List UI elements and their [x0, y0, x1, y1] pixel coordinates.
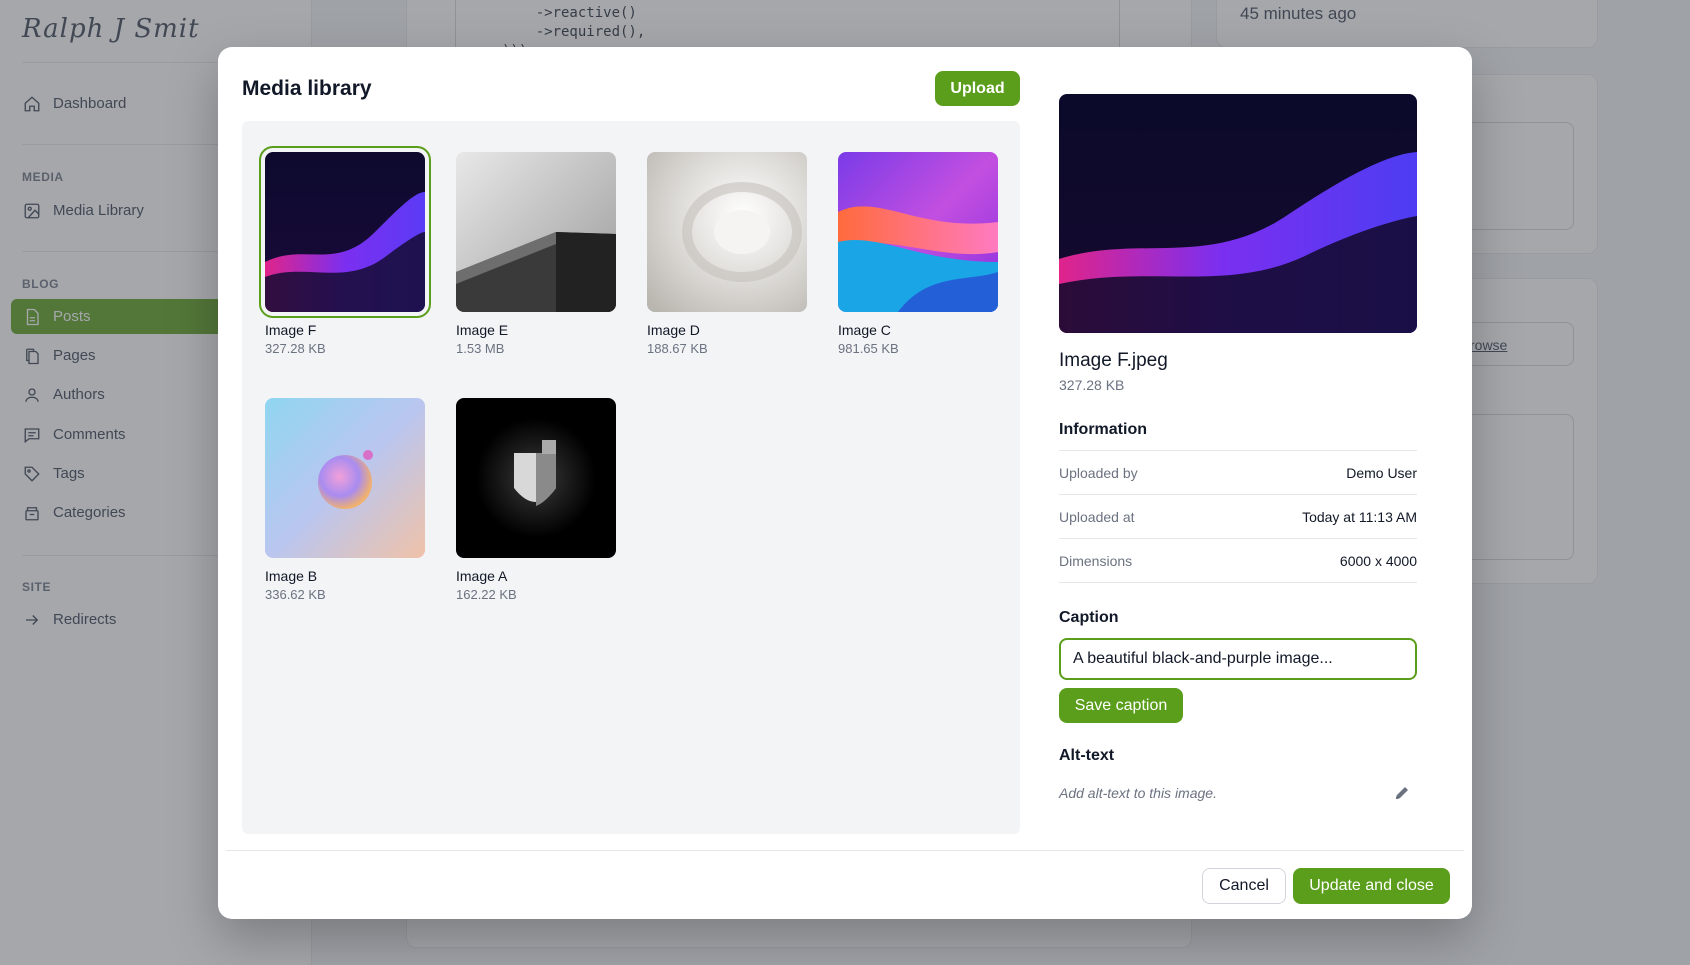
info-value: 6000 x 4000	[1339, 552, 1417, 569]
alt-text-heading: Alt-text	[1059, 747, 1115, 764]
media-grid: Image F 327.28 KB Image E 1.53 MB Image …	[242, 121, 1020, 834]
media-library-modal: Media library Upload Image F 327.28 KB I…	[218, 47, 1472, 919]
media-item-name: Image D	[647, 322, 700, 338]
media-item-size: 1.53 MB	[456, 341, 505, 356]
info-key: Uploaded by	[1059, 464, 1138, 481]
media-item-name: Image E	[456, 322, 509, 338]
media-item[interactable]: Image A 162.22 KB	[456, 398, 616, 602]
information-heading: Information	[1059, 421, 1147, 438]
caption-input[interactable]	[1059, 638, 1417, 680]
media-item-size: 981.65 KB	[838, 341, 899, 356]
update-and-close-button[interactable]: Update and close	[1293, 868, 1450, 904]
media-item[interactable]: Image D 188.67 KB	[647, 152, 807, 356]
thumbnail[interactable]	[265, 398, 425, 558]
media-item-name: Image B	[265, 568, 318, 584]
media-item-size: 327.28 KB	[265, 341, 326, 356]
media-item[interactable]: Image F 327.28 KB	[259, 146, 431, 356]
image-preview	[1059, 94, 1417, 333]
file-name: Image F.jpeg	[1059, 350, 1168, 371]
media-item-size: 188.67 KB	[647, 341, 708, 356]
thumbnail[interactable]	[259, 146, 431, 318]
media-item-size: 162.22 KB	[456, 587, 517, 602]
media-item[interactable]: Image B 336.62 KB	[265, 398, 425, 602]
divider	[1059, 582, 1417, 583]
pencil-icon[interactable]	[1393, 784, 1411, 802]
info-key: Dimensions	[1059, 552, 1133, 569]
info-row-uploaded-at: Uploaded at Today at 11:13 AM	[1059, 494, 1417, 538]
file-size: 327.28 KB	[1059, 377, 1125, 393]
info-key: Uploaded at	[1059, 508, 1135, 525]
divider	[226, 850, 1464, 851]
info-value: Demo User	[1346, 464, 1417, 481]
media-item-name: Image C	[838, 322, 891, 338]
modal-title: Media library	[242, 77, 372, 100]
alt-text-placeholder: Add alt-text to this image.	[1059, 785, 1217, 801]
media-item[interactable]: Image E 1.53 MB	[456, 152, 616, 356]
cancel-button[interactable]: Cancel	[1202, 868, 1286, 904]
media-item[interactable]: Image C 981.65 KB	[838, 152, 998, 356]
media-item-size: 336.62 KB	[265, 587, 326, 602]
thumbnail[interactable]	[456, 152, 616, 312]
thumbnail[interactable]	[647, 152, 807, 312]
caption-heading: Caption	[1059, 609, 1119, 626]
thumbnail[interactable]	[838, 152, 998, 312]
media-item-name: Image F	[265, 322, 317, 338]
info-row-uploaded-by: Uploaded by Demo User	[1059, 450, 1417, 494]
media-item-name: Image A	[456, 568, 508, 584]
info-row-dimensions: Dimensions 6000 x 4000	[1059, 538, 1417, 582]
upload-button[interactable]: Upload	[935, 71, 1020, 106]
info-value: Today at 11:13 AM	[1302, 508, 1417, 525]
thumbnail[interactable]	[456, 398, 616, 558]
save-caption-button[interactable]: Save caption	[1059, 688, 1183, 723]
